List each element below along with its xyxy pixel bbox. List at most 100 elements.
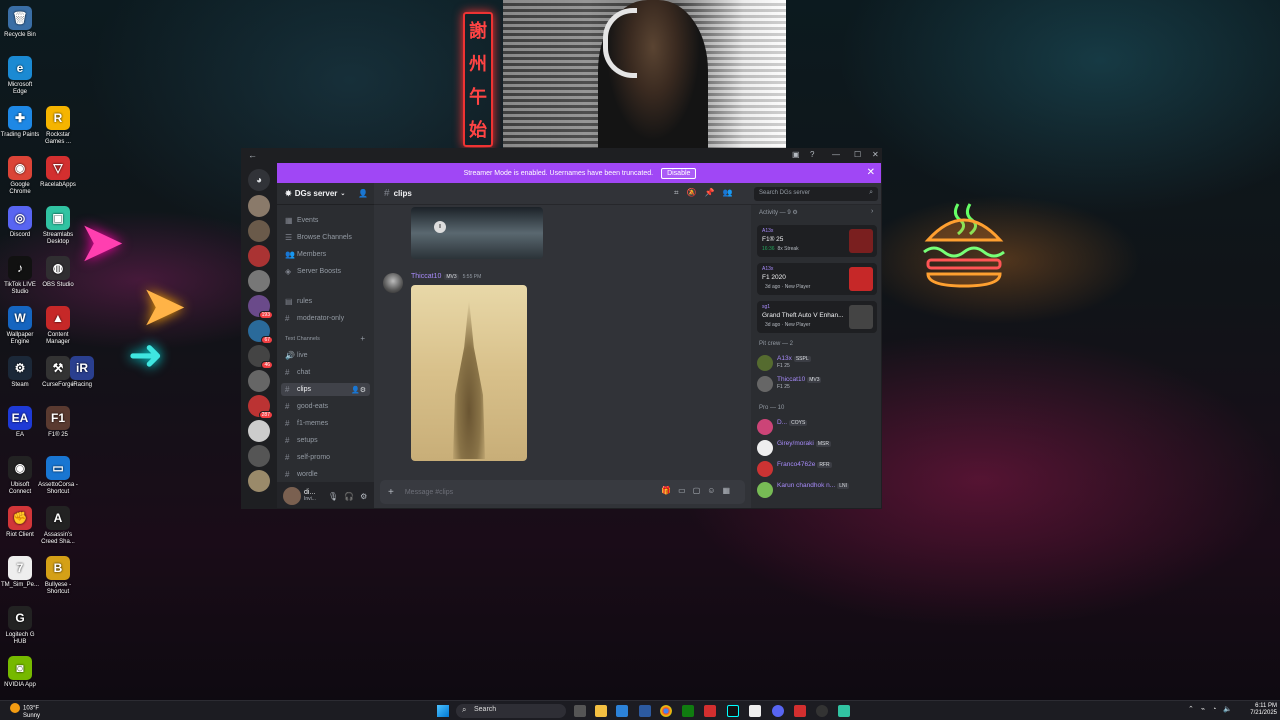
desktop-icon[interactable]: ◉ Ubisoft Connect — [0, 456, 40, 496]
add-channel-icon[interactable]: + — [360, 334, 365, 343]
desktop-icon[interactable]: ✚ Trading Paints — [0, 106, 40, 139]
desktop-icon[interactable]: 🗑 Recycle Bin — [0, 6, 40, 39]
desktop-icon[interactable]: ▽ RacelabApps — [38, 156, 78, 189]
desktop-icon[interactable]: ⚙ Steam — [0, 356, 40, 389]
discord-home-icon[interactable]: ◕ — [248, 169, 270, 191]
volume-icon[interactable]: 🔈 — [1223, 706, 1239, 713]
discord-icon[interactable] — [772, 705, 784, 717]
desktop-icon[interactable]: EA EA — [0, 406, 40, 439]
file-explorer-icon[interactable] — [595, 705, 607, 717]
member-row[interactable]: D... COYS — [757, 417, 881, 437]
channel-item[interactable]: # clips 👤⚙ — [281, 383, 370, 396]
channel-item[interactable]: # wordle — [285, 468, 370, 481]
channel-item[interactable]: # moderator-only — [285, 312, 370, 325]
racelab-icon[interactable] — [794, 705, 806, 717]
maximize-icon[interactable]: ☐ — [854, 150, 861, 159]
server-icon[interactable]: 193 — [248, 295, 273, 319]
headphones-icon[interactable]: 🎧 — [344, 492, 354, 501]
sticker-icon[interactable]: ▢ — [693, 486, 708, 495]
desktop-icon[interactable]: ▲ Content Manager — [38, 306, 78, 346]
channel-item[interactable]: # chat — [285, 366, 370, 379]
server-icon[interactable] — [248, 195, 270, 217]
activity-card[interactable]: A13x F1 2020 3d ago · New Player — [757, 263, 877, 295]
back-arrow-icon[interactable]: ← — [248, 150, 257, 160]
activity-card[interactable]: A13x F1® 25 16:36 8x Streak — [757, 225, 877, 257]
channel-item[interactable]: # setups — [285, 434, 370, 447]
sidebar-nav-item[interactable]: ▦ Events — [285, 214, 370, 227]
message-composer[interactable]: + Message #clips 🎁▭▢☺▦ — [380, 480, 745, 504]
desktop-icon[interactable]: F1 F1® 25 — [38, 406, 78, 439]
member-row[interactable]: Franco4762e RFR — [757, 459, 881, 479]
desktop-icon[interactable]: ◙ NVIDIA App — [0, 656, 40, 689]
network-icon[interactable]: ⌁ — [1201, 706, 1212, 713]
member-row[interactable]: A13x SSPL F1 25 — [757, 353, 881, 373]
server-icon[interactable] — [248, 245, 270, 267]
server-icon[interactable] — [248, 445, 270, 467]
server-icon[interactable] — [248, 420, 270, 442]
channel-item[interactable]: # f1-memes — [285, 417, 370, 430]
desktop-icon[interactable]: ◎ Discord — [0, 206, 40, 239]
clock[interactable]: 6:11 PM 7/21/2025 — [1243, 703, 1277, 717]
settings-gear-icon[interactable]: ⚙ — [360, 492, 367, 501]
minimize-icon[interactable]: — — [832, 150, 840, 159]
help-icon[interactable]: ? — [810, 150, 814, 159]
activity-card[interactable]: sg1 Grand Theft Auto V Enhan... 3d ago · N… — [757, 301, 877, 333]
desktop-icon[interactable]: e Microsoft Edge — [0, 56, 40, 96]
racelab-icon[interactable] — [704, 705, 716, 717]
close-window-icon[interactable]: ✕ — [872, 150, 879, 159]
windows-start-icon[interactable] — [437, 705, 449, 717]
desktop-icon[interactable]: ▣ Streamlabs Desktop — [38, 206, 78, 246]
tiktok-icon[interactable] — [727, 705, 739, 717]
play-button-icon[interactable]: II — [434, 221, 446, 233]
desktop-icon[interactable]: A Assassin's Creed Sha... — [38, 506, 78, 546]
streamlabs-icon[interactable] — [838, 705, 850, 717]
add-attachment-icon[interactable]: + — [388, 487, 394, 498]
desktop-icon[interactable]: ◉ Google Chrome — [0, 156, 40, 196]
microphone-icon[interactable]: 🎙 — [328, 492, 338, 501]
sidebar-nav-item[interactable]: ☰ Browse Channels — [285, 231, 370, 244]
desktop-icon[interactable]: G Logitech G HUB — [0, 606, 40, 646]
taskbar-search[interactable]: ⌕ Search — [456, 704, 566, 718]
channel-item[interactable]: # self-promo — [285, 451, 370, 464]
desktop-icon[interactable]: iR iRacing — [62, 356, 102, 389]
server-header[interactable]: ✸ DGs server ⌄ 👤 — [277, 183, 374, 205]
threads-icon[interactable]: ⌗ — [674, 188, 687, 197]
image-attachment[interactable] — [411, 285, 527, 461]
message-author[interactable]: Thiccat10 — [411, 273, 441, 280]
sidebar-nav-item[interactable]: 👥 Members — [285, 248, 370, 261]
desktop-icon[interactable]: ✊ Riot Client — [0, 506, 40, 539]
avatar[interactable] — [283, 487, 301, 505]
desktop-icon[interactable]: ◍ OBS Studio — [38, 256, 78, 289]
inbox-icon[interactable]: ▣ — [792, 150, 800, 159]
channel-item[interactable]: 🔊 live — [285, 349, 370, 362]
gift-icon[interactable]: 🎁 — [661, 486, 678, 495]
pin-icon[interactable]: 📌 — [704, 188, 722, 197]
channel-item[interactable]: ▤ rules — [285, 295, 370, 308]
server-icon[interactable] — [248, 370, 270, 392]
video-attachment[interactable]: II — [411, 207, 543, 259]
member-row[interactable]: Karun chandhok n... LNI — [757, 480, 881, 500]
notification-bell-icon[interactable]: 🔕 — [687, 188, 705, 197]
server-icon[interactable]: 46 — [248, 345, 273, 369]
gear-icon[interactable]: ⚙ — [792, 210, 797, 216]
document-icon[interactable] — [749, 705, 761, 717]
chrome-icon[interactable] — [660, 705, 672, 717]
channel-category[interactable]: Text Channels + — [285, 334, 365, 343]
xbox-icon[interactable] — [682, 705, 694, 717]
chevron-up-icon[interactable]: ⌃ — [1188, 706, 1201, 713]
member-row[interactable]: Thiccat10 MV3 F1 25 — [757, 374, 881, 394]
desktop-icon[interactable]: ♪ TikTok LIVE Studio — [0, 256, 40, 296]
channel-settings-icon[interactable]: 👤⚙ — [351, 386, 366, 394]
emoji-icon[interactable]: ☺ — [707, 486, 722, 495]
close-banner-icon[interactable]: ✕ — [867, 167, 875, 178]
wifi-icon[interactable]: ◔ — [1212, 706, 1223, 713]
desktop-icon[interactable]: R Rockstar Games ... — [38, 106, 78, 146]
disable-streamer-button[interactable]: Disable — [661, 167, 697, 179]
gif-icon[interactable]: ▭ — [678, 486, 693, 495]
server-icon[interactable]: 67 — [248, 320, 273, 344]
weather-widget[interactable]: 103°F Sunny — [10, 703, 40, 720]
search-input[interactable]: Search DGs server ⌕ — [754, 187, 878, 201]
channel-item[interactable]: # good-eats — [285, 400, 370, 413]
desktop-icon[interactable]: B Bullyese - Shortcut — [38, 556, 78, 596]
app-icon[interactable] — [639, 705, 651, 717]
